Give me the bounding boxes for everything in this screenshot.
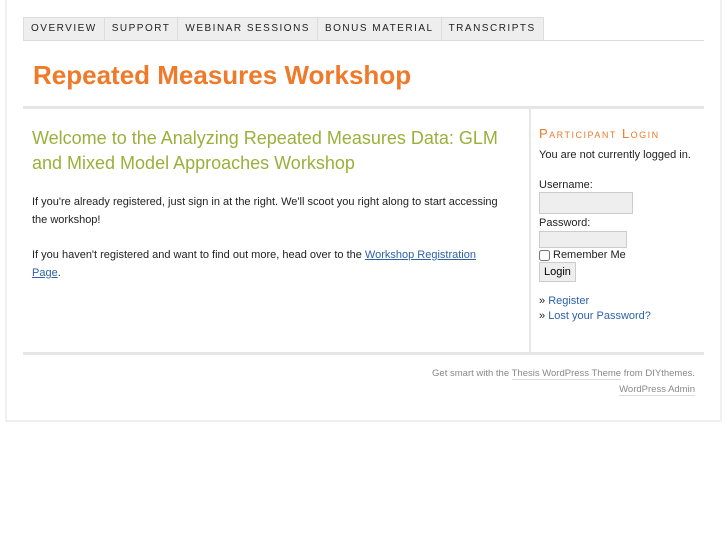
login-status: You are not currently logged in.: [539, 149, 691, 161]
bullet: »: [539, 310, 546, 322]
lost-password-item: » Lost your Password?: [539, 309, 691, 324]
nav-divider: [23, 40, 704, 41]
tab-support[interactable]: Support: [103, 17, 178, 41]
thesis-theme-link[interactable]: Thesis WordPress Theme: [511, 368, 622, 380]
site-title[interactable]: Repeated Measures Workshop: [33, 60, 411, 91]
footer-mid: from DIYthemes.: [621, 368, 695, 379]
password-input[interactable]: [539, 231, 627, 248]
intro-text: If you're already registered, just sign …: [32, 196, 498, 226]
lost-password-link[interactable]: Lost your Password?: [548, 310, 651, 322]
footer-pre: Get smart with the: [432, 368, 512, 379]
sidebar-login: Participant Login You are not currently …: [539, 126, 691, 324]
register-link[interactable]: Register: [548, 295, 589, 307]
register-text-post: .: [57, 266, 61, 279]
register-text: If you haven't registered and want to fi…: [32, 247, 502, 282]
main-content: Welcome to the Analyzing Repeated Measur…: [32, 126, 502, 300]
remember-me-label: Remember Me: [553, 249, 626, 261]
login-button[interactable]: Login: [539, 262, 576, 282]
wordpress-admin-link[interactable]: WordPress Admin: [619, 384, 695, 396]
register-text-pre: If you haven't registered and want to fi…: [32, 249, 365, 261]
footer-divider: [23, 352, 704, 355]
tab-bonus-material[interactable]: Bonus Material: [316, 17, 441, 41]
remember-me[interactable]: Remember Me: [539, 249, 691, 261]
password-label: Password:: [539, 217, 591, 229]
bullet: »: [539, 295, 546, 307]
tab-transcripts[interactable]: Transcripts: [440, 17, 544, 41]
page-heading: Welcome to the Analyzing Repeated Measur…: [32, 128, 498, 173]
sidebar-divider: [529, 108, 531, 352]
tab-webinar-sessions[interactable]: Webinar Sessions: [177, 17, 317, 41]
username-label: Username:: [539, 179, 593, 191]
tab-overview[interactable]: Overview: [23, 17, 104, 41]
username-input[interactable]: [539, 192, 633, 214]
login-title: Participant Login: [539, 126, 660, 141]
register-item: » Register: [539, 294, 691, 309]
top-nav: Overview Support Webinar Sessions Bonus …: [23, 17, 544, 41]
footer: Get smart with the Thesis WordPress Them…: [432, 366, 695, 398]
remember-me-checkbox[interactable]: [539, 249, 550, 261]
header-divider: [23, 106, 704, 109]
